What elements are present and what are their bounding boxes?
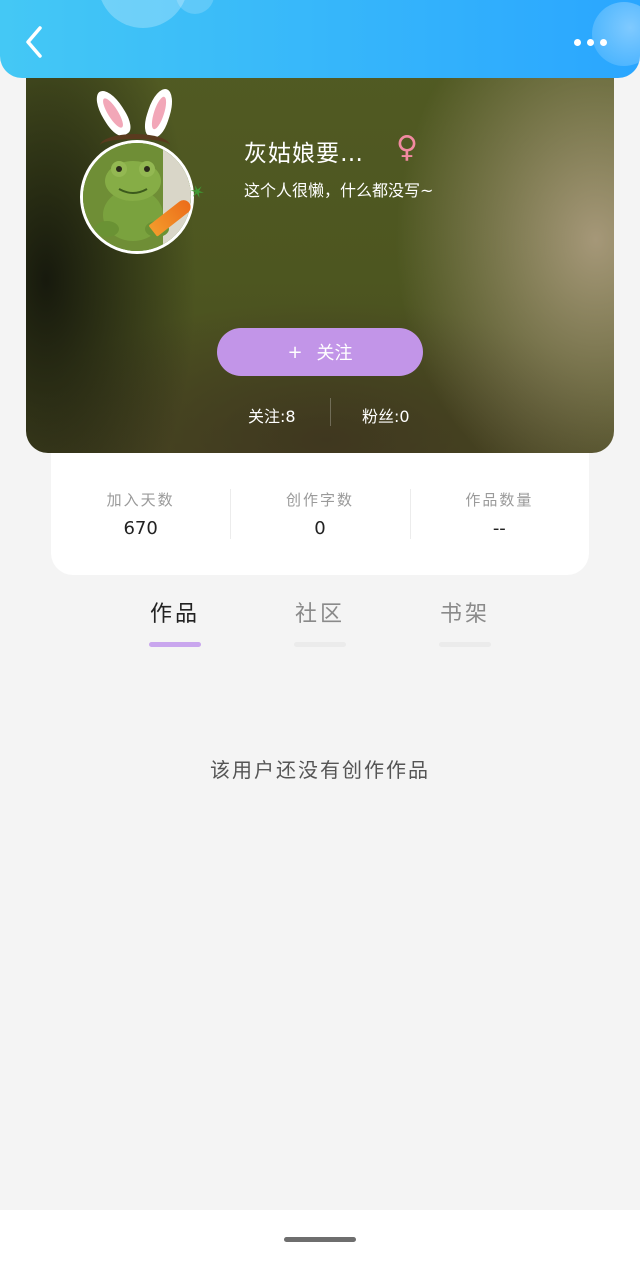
tab-indicator [149,642,201,647]
bunny-ear-icon [140,85,178,141]
empty-state-message: 该用户还没有创作作品 [210,758,430,782]
user-name: 灰姑娘要… [244,141,364,167]
follow-button-label: 关注 [316,343,353,364]
stat-word-count: 创作字数 0 [230,453,409,575]
bottom-safe-area [0,1210,640,1267]
plus-icon: + [287,341,303,363]
back-button[interactable] [20,24,50,60]
tab-label: 社区 [294,602,345,627]
decor-bubble [98,0,188,28]
tab-bar: 作品 社区 书架 [0,596,640,648]
fans-count[interactable]: 粉丝:0 [362,403,410,427]
bunny-ear-icon [90,85,136,141]
stat-label: 作品数量 [465,491,534,509]
user-bio: 这个人很懒，什么都没写~ [244,181,434,200]
stat-value: 670 [123,518,158,539]
avatar-decoration: ✶ [78,82,228,254]
home-indicator[interactable] [284,1237,356,1242]
tab-label: 书架 [439,602,490,627]
tab-works[interactable]: 作品 [145,596,205,647]
tab-bookshelf[interactable]: 书架 [435,596,495,647]
profile-header: ✶ 灰姑娘要… ♀ 这个人很懒，什么都没写~ + 关注 关注:8 粉丝:0 [26,60,614,453]
stat-label: 加入天数 [106,491,175,509]
top-nav-bar [0,0,640,78]
tab-indicator [294,642,346,647]
decor-bubble [176,0,214,14]
stat-value: 0 [314,518,326,539]
avatar[interactable] [80,140,194,254]
tab-label: 作品 [149,602,200,627]
stats-card: 加入天数 670 创作字数 0 作品数量 -- [51,453,589,575]
frog-plush-icon [83,143,191,251]
stat-join-days: 加入天数 670 [51,453,230,575]
following-count[interactable]: 关注:8 [248,403,296,427]
more-dots-icon [574,38,581,46]
stat-label: 创作字数 [285,491,354,509]
chevron-left-icon [26,26,42,58]
divider [330,398,331,426]
stat-value: -- [492,518,506,539]
tab-community[interactable]: 社区 [290,596,350,647]
follow-button[interactable]: + 关注 [217,328,423,376]
more-button[interactable] [574,32,614,52]
tab-indicator [439,642,491,647]
female-icon: ♀ [396,130,418,165]
stat-works-count: 作品数量 -- [409,453,589,575]
